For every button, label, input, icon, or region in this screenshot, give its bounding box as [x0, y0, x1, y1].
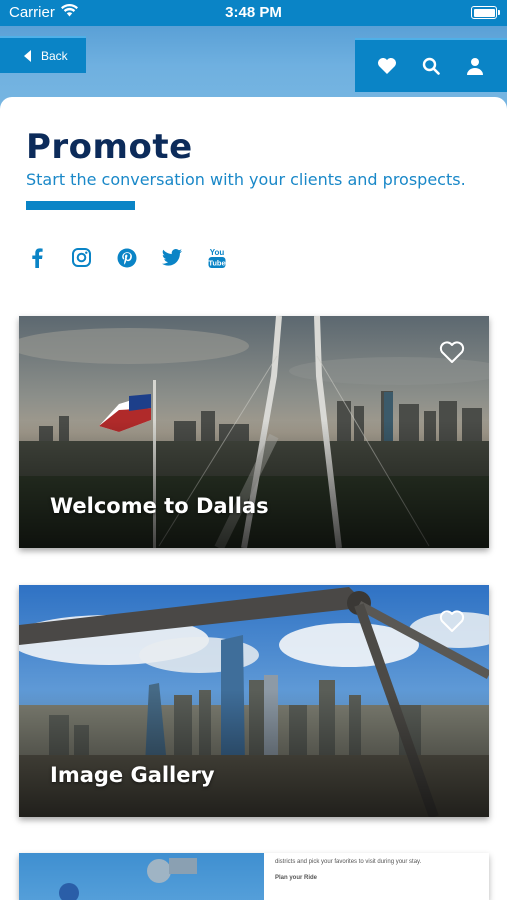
- user-icon[interactable]: [464, 55, 486, 77]
- status-time: 3:48 PM: [225, 4, 282, 21]
- card-snippet-heading: Plan your Ride: [275, 875, 318, 881]
- title-underline: [26, 201, 135, 210]
- status-bar: Carrier 3:48 PM: [0, 0, 507, 26]
- twitter-icon[interactable]: [161, 247, 182, 268]
- favorites-heart-icon[interactable]: [376, 55, 398, 77]
- page-subtitle: Start the conversation with your clients…: [26, 170, 466, 189]
- pinterest-icon[interactable]: [116, 247, 137, 268]
- page-title: Promote: [26, 127, 193, 167]
- back-label: Back: [41, 48, 68, 63]
- back-button[interactable]: Back: [0, 36, 86, 73]
- card-image-gallery[interactable]: Image Gallery: [19, 585, 489, 817]
- top-actions: [355, 38, 507, 92]
- svg-text:You: You: [209, 248, 224, 257]
- youtube-icon[interactable]: You Tube: [206, 247, 227, 268]
- back-arrow-icon: [24, 49, 31, 62]
- battery-icon: [471, 6, 500, 19]
- search-icon[interactable]: [420, 55, 442, 77]
- card-welcome-to-dallas[interactable]: Welcome to Dallas: [19, 316, 489, 548]
- social-links: You Tube: [26, 247, 227, 268]
- card-snippet-line: districts and pick your favorites to vis…: [275, 859, 422, 865]
- svg-text:Tube: Tube: [208, 258, 225, 267]
- card-title: Image Gallery: [50, 763, 215, 787]
- instagram-icon[interactable]: [71, 247, 92, 268]
- card-title: Welcome to Dallas: [50, 494, 269, 518]
- card-snippet: districts and pick your favorites to vis…: [275, 857, 485, 883]
- card-partial[interactable]: districts and pick your favorites to vis…: [19, 853, 489, 900]
- card-favorite-heart-icon[interactable]: [439, 610, 465, 633]
- card-image: [19, 853, 264, 900]
- facebook-icon[interactable]: [26, 247, 47, 268]
- card-favorite-heart-icon[interactable]: [439, 341, 465, 364]
